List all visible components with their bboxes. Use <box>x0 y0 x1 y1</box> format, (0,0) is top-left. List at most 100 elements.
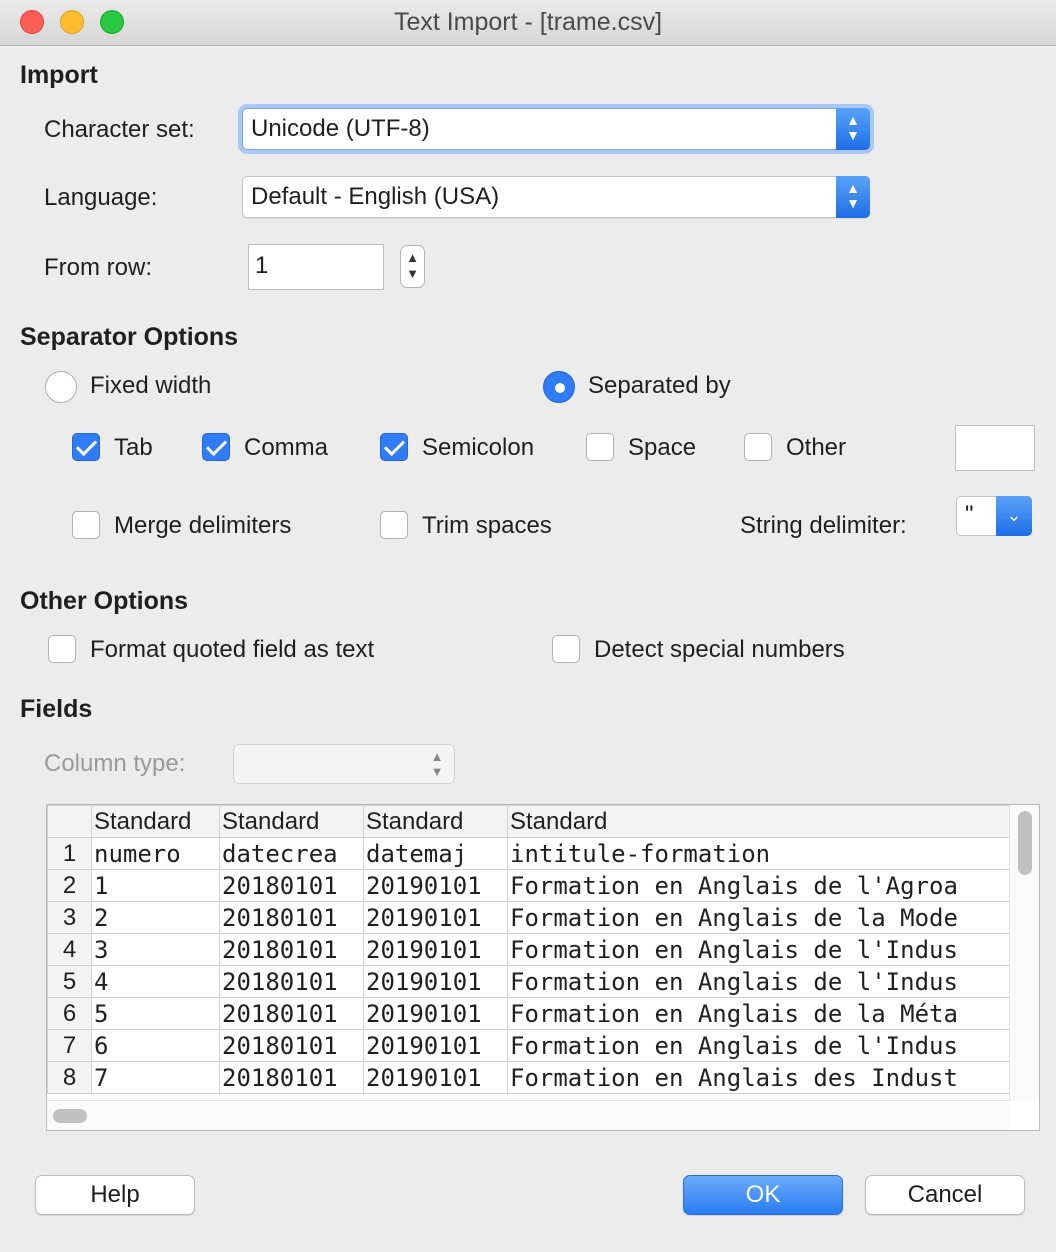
semicolon-checkbox[interactable] <box>380 433 408 461</box>
semicolon-label: Semicolon <box>422 434 535 461</box>
header-row: Standard Standard Standard Standard <box>47 805 1010 838</box>
table-cell: 2 <box>91 901 220 934</box>
help-button[interactable]: Help <box>35 1175 195 1215</box>
string-delimiter-combo[interactable]: " ⌄ <box>956 496 1032 536</box>
charset-label: Character set: <box>44 116 195 143</box>
format-quoted-label: Format quoted field as text <box>90 636 375 663</box>
table-cell: intitule-formation <box>507 837 1010 870</box>
table-cell: Formation en Anglais de la Méta <box>507 997 1010 1030</box>
table-cell: 20180101 <box>219 1061 364 1094</box>
cancel-button[interactable]: Cancel <box>865 1175 1025 1215</box>
table-row: 4 3 20180101 20190101 Formation en Anglais d… <box>47 933 1010 966</box>
table-cell: 4 <box>91 965 220 998</box>
table-cell: Formation en Anglais de l'Indus <box>507 965 1010 998</box>
row-number: 3 <box>47 901 92 934</box>
preview-grid[interactable]: Standard Standard Standard Standard 1 num… <box>46 804 1040 1131</box>
table-cell: 20190101 <box>363 1061 508 1094</box>
fixed-width-label: Fixed width <box>90 372 212 399</box>
language-label: Language: <box>44 184 158 211</box>
table-cell: 5 <box>91 997 220 1030</box>
row-number: 6 <box>47 997 92 1030</box>
separator-heading: Separator Options <box>20 323 239 351</box>
language-value: Default - English (USA) <box>251 183 500 210</box>
charset-value: Unicode (UTF-8) <box>251 115 430 142</box>
table-row: 7 6 20180101 20190101 Formation en Anglais d… <box>47 1029 1010 1062</box>
row-number: 7 <box>47 1029 92 1062</box>
separated-by-radio[interactable] <box>543 371 575 403</box>
other-separator-input[interactable] <box>955 425 1035 471</box>
other-label: Other <box>786 434 847 461</box>
merge-delimiters-checkbox[interactable] <box>72 511 100 539</box>
column-type-label: Column type: <box>44 750 186 777</box>
other-checkbox[interactable] <box>744 433 772 461</box>
table-cell: 3 <box>91 933 220 966</box>
row-number: 8 <box>47 1061 92 1094</box>
separated-by-label: Separated by <box>588 372 731 399</box>
from-row-label: From row: <box>44 254 152 281</box>
column-header[interactable]: Standard <box>219 805 364 838</box>
comma-checkbox[interactable] <box>202 433 230 461</box>
table-cell: 20190101 <box>363 901 508 934</box>
column-type-select[interactable]: ▲ ▼ <box>233 744 455 784</box>
table-cell: datecrea <box>219 837 364 870</box>
tab-checkbox[interactable] <box>72 433 100 461</box>
table-cell: 20180101 <box>219 933 364 966</box>
table-cell: 20190101 <box>363 869 508 902</box>
table-cell: 20180101 <box>219 901 364 934</box>
merge-delimiters-label: Merge delimiters <box>114 512 292 539</box>
row-number: 1 <box>47 837 92 870</box>
table-cell: Formation en Anglais de l'Agroa <box>507 869 1010 902</box>
table-row: 2 1 20180101 20190101 Formation en Anglais d… <box>47 869 1010 902</box>
comma-label: Comma <box>244 434 329 461</box>
table-row: 8 7 20180101 20190101 Formation en Anglais d… <box>47 1061 1010 1094</box>
title-bar: Text Import - [trame.csv] <box>0 0 1056 46</box>
vertical-scroll-thumb[interactable] <box>1018 811 1032 875</box>
string-delimiter-value: " <box>965 501 974 528</box>
trim-spaces-checkbox[interactable] <box>380 511 408 539</box>
other-options-heading: Other Options <box>20 587 189 615</box>
detect-special-numbers-label: Detect special numbers <box>594 636 845 663</box>
horizontal-scroll-thumb[interactable] <box>53 1109 87 1123</box>
column-header[interactable]: Standard <box>91 805 220 838</box>
table-cell: 7 <box>91 1061 220 1094</box>
table-cell: Formation en Anglais de l'Indus <box>507 1029 1010 1062</box>
charset-select[interactable]: Unicode (UTF-8) ▲ ▼ <box>242 108 870 150</box>
import-heading: Import <box>20 61 98 89</box>
table-cell: 1 <box>91 869 220 902</box>
space-checkbox[interactable] <box>586 433 614 461</box>
trim-spaces-label: Trim spaces <box>422 512 552 539</box>
table-row: 6 5 20180101 20190101 Formation en Anglais d… <box>47 997 1010 1030</box>
up-down-chevron-icon: ▲ ▼ <box>836 176 870 218</box>
table-cell: datemaj <box>363 837 508 870</box>
space-label: Space <box>628 434 697 461</box>
window-title: Text Import - [trame.csv] <box>393 8 663 36</box>
format-quoted-checkbox[interactable] <box>48 635 76 663</box>
vertical-scrollbar[interactable] <box>1009 805 1039 1101</box>
column-header[interactable]: Standard <box>507 805 1010 838</box>
fields-heading: Fields <box>20 695 93 723</box>
language-select[interactable]: Default - English (USA) ▲ ▼ <box>242 176 870 218</box>
up-down-chevron-icon: ▲ ▼ <box>836 108 870 150</box>
fixed-width-radio[interactable] <box>45 371 77 403</box>
row-number: 2 <box>47 869 92 902</box>
table-cell: Formation en Anglais de l'Indus <box>507 933 1010 966</box>
detect-special-numbers-checkbox[interactable] <box>552 635 580 663</box>
up-down-chevron-icon: ▲ ▼ <box>406 250 419 281</box>
table-row: 3 2 20180101 20190101 Formation en Anglais d… <box>47 901 1010 934</box>
row-number: 5 <box>47 965 92 998</box>
table-cell: Formation en Anglais des Indust <box>507 1061 1010 1094</box>
horizontal-scrollbar[interactable] <box>47 1100 1009 1130</box>
table-cell: 20190101 <box>363 1029 508 1062</box>
up-down-chevron-icon: ▲ ▼ <box>430 749 444 779</box>
preview-table: Standard Standard Standard Standard 1 num… <box>47 805 1010 1094</box>
table-cell: 20180101 <box>219 965 364 998</box>
column-header[interactable]: Standard <box>363 805 508 838</box>
tab-label: Tab <box>114 434 153 461</box>
chevron-down-icon: ⌄ <box>996 496 1032 536</box>
table-cell: 20180101 <box>219 1029 364 1062</box>
from-row-stepper[interactable]: ▲ ▼ <box>400 245 425 288</box>
table-cell: 6 <box>91 1029 220 1062</box>
table-cell: numero <box>91 837 220 870</box>
ok-button[interactable]: OK <box>683 1175 843 1215</box>
from-row-input[interactable]: 1 <box>248 244 384 290</box>
